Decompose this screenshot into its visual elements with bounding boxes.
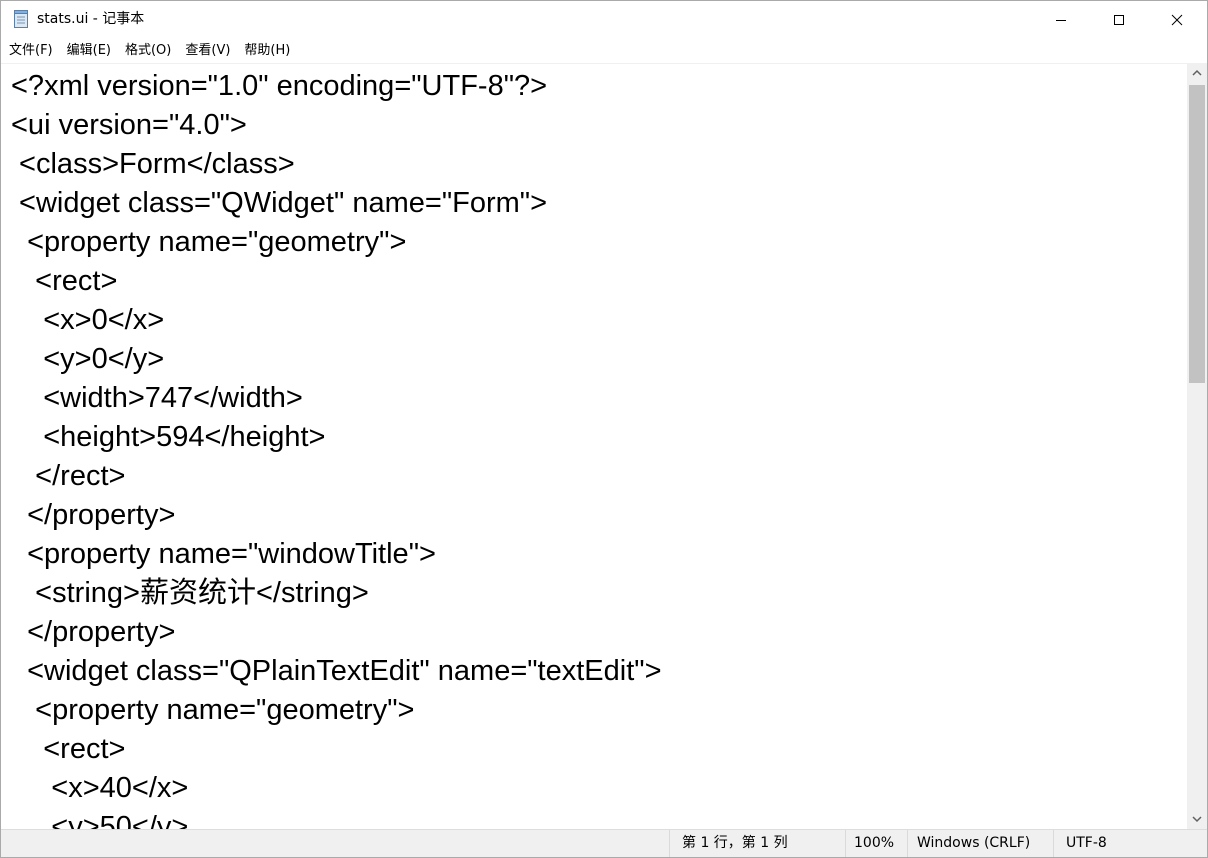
- text-line: <y>0</y>: [11, 343, 165, 375]
- maximize-icon: [1114, 14, 1124, 25]
- vertical-scrollbar[interactable]: [1187, 63, 1207, 829]
- zoom-level: 100%: [845, 830, 907, 857]
- text-line: <height>594</height>: [11, 421, 326, 453]
- text-line: <y>50</y>: [11, 811, 189, 829]
- scroll-up-button[interactable]: [1187, 63, 1207, 83]
- status-bar: 第 1 行，第 1 列 100% Windows (CRLF) UTF-8: [1, 829, 1207, 857]
- text-line: <ui version="4.0">: [11, 109, 247, 141]
- menu-file[interactable]: 文件(F): [1, 39, 60, 63]
- text-line: <x>0</x>: [11, 304, 165, 336]
- menu-bar: 文件(F) 编辑(E) 格式(O) 查看(V) 帮助(H): [1, 39, 1207, 63]
- encoding: UTF-8: [1053, 830, 1207, 857]
- text-line: <x>40</x>: [11, 772, 189, 804]
- maximize-button[interactable]: [1090, 1, 1148, 38]
- title-bar[interactable]: stats.ui - 记事本: [1, 1, 1207, 38]
- text-line: <string>薪资统计</string>: [11, 577, 369, 609]
- notepad-icon: [14, 10, 28, 28]
- text-line: <widget class="QWidget" name="Form">: [11, 187, 548, 219]
- close-icon: [1171, 14, 1183, 25]
- text-line: <property name="windowTitle">: [11, 538, 436, 570]
- text-line: </property>: [11, 499, 176, 531]
- chevron-up-icon: [1192, 69, 1202, 76]
- chevron-down-icon: [1192, 816, 1202, 823]
- text-line: <width>747</width>: [11, 382, 303, 414]
- close-button[interactable]: [1148, 1, 1206, 38]
- text-line: <property name="geometry">: [11, 226, 407, 258]
- text-line: <property name="geometry">: [11, 694, 415, 726]
- menu-format[interactable]: 格式(O): [118, 39, 178, 63]
- cursor-position: 第 1 行，第 1 列: [669, 830, 845, 857]
- text-line: <widget class="QPlainTextEdit" name="tex…: [11, 655, 662, 687]
- text-line: <?xml version="1.0" encoding="UTF-8"?>: [11, 70, 548, 102]
- menu-view[interactable]: 查看(V): [178, 39, 237, 63]
- text-line: </property>: [11, 616, 176, 648]
- menu-edit[interactable]: 编辑(E): [60, 39, 118, 63]
- scroll-down-button[interactable]: [1187, 809, 1207, 829]
- line-ending: Windows (CRLF): [907, 830, 1053, 857]
- minimize-button[interactable]: [1032, 1, 1090, 38]
- text-line: <rect>: [11, 265, 118, 297]
- text-line: <rect>: [11, 733, 126, 765]
- scroll-thumb[interactable]: [1189, 85, 1205, 383]
- window-title: stats.ui - 记事本: [37, 11, 145, 27]
- minimize-icon: [1056, 19, 1066, 21]
- notepad-window: stats.ui - 记事本 文件(F) 编辑(E) 格式(O) 查看(V) 帮…: [0, 0, 1208, 858]
- text-line: <class>Form</class>: [11, 148, 295, 180]
- text-editor[interactable]: <?xml version="1.0" encoding="UTF-8"?> <…: [1, 63, 1187, 829]
- text-line: </rect>: [11, 460, 126, 492]
- menu-help[interactable]: 帮助(H): [237, 39, 297, 63]
